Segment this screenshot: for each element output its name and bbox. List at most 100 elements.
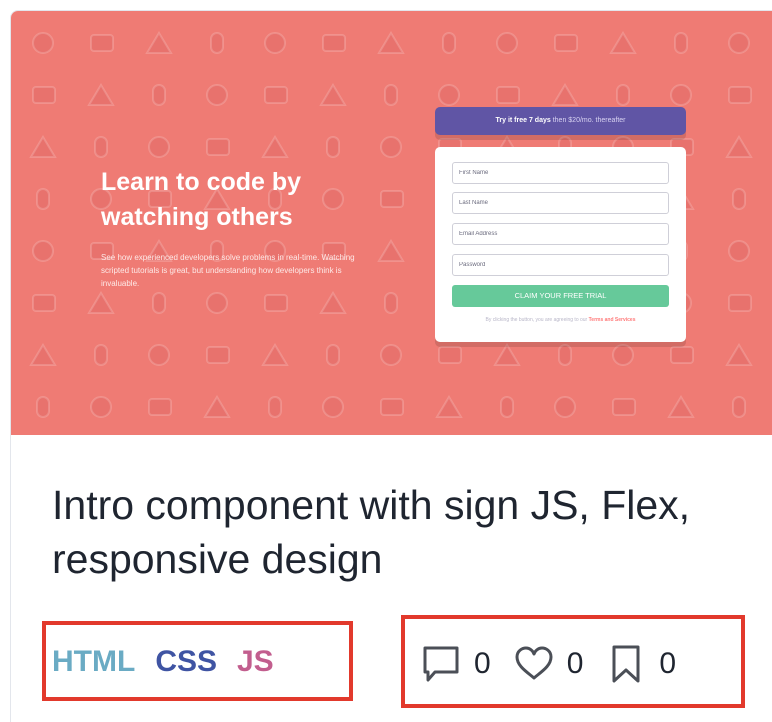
preview-image[interactable]: Learn to code by watching others See how… xyxy=(11,11,772,435)
pattern-icon xyxy=(554,396,576,418)
tag-css[interactable]: CSS xyxy=(155,645,217,679)
pattern-icon xyxy=(377,239,405,262)
pattern-icon xyxy=(558,344,572,366)
pattern-icon xyxy=(728,240,750,262)
pattern-icon xyxy=(670,346,694,364)
pattern-icon xyxy=(319,291,347,314)
pattern-icon xyxy=(264,294,288,312)
first-name-field[interactable] xyxy=(452,162,669,184)
pattern-icon xyxy=(264,86,288,104)
pattern-icon xyxy=(732,396,746,418)
last-name-field[interactable] xyxy=(452,192,669,214)
pattern-icon xyxy=(725,135,753,158)
pattern-icon xyxy=(493,343,521,366)
pattern-icon xyxy=(438,84,460,106)
pattern-icon xyxy=(609,31,637,54)
pattern-icon xyxy=(148,136,170,158)
terms-notice: By clicking the button, you are agreeing… xyxy=(435,317,686,323)
pattern-icon xyxy=(667,395,695,418)
pattern-icon xyxy=(206,138,230,156)
pattern-icon xyxy=(145,31,173,54)
pattern-icon xyxy=(206,346,230,364)
pattern-icon xyxy=(36,396,50,418)
terms-link[interactable]: Terms and Services xyxy=(589,317,636,323)
tag-html[interactable]: HTML xyxy=(52,645,135,679)
pattern-icon xyxy=(32,32,54,54)
pattern-icon xyxy=(268,396,282,418)
pattern-icon xyxy=(322,34,346,52)
pattern-icon xyxy=(496,86,520,104)
pattern-icon xyxy=(616,84,630,106)
pattern-icon xyxy=(87,83,115,106)
bookmark-icon xyxy=(612,645,640,683)
pattern-icon xyxy=(29,135,57,158)
pattern-icon xyxy=(435,395,463,418)
trial-banner-bold: Try it free 7 days xyxy=(495,117,551,124)
pattern-icon xyxy=(203,395,231,418)
pattern-icon xyxy=(206,292,228,314)
pattern-icon xyxy=(32,86,56,104)
terms-text: By clicking the button, you are agreeing… xyxy=(485,317,588,323)
pattern-icon xyxy=(500,396,514,418)
pattern-icon xyxy=(326,136,340,158)
pattern-icon xyxy=(674,32,688,54)
tag-list: HTML CSS JS xyxy=(52,640,274,684)
pattern-icon xyxy=(725,343,753,366)
pattern-icon xyxy=(612,398,636,416)
bookmarks-stat[interactable]: 0 xyxy=(605,643,698,685)
comment-icon xyxy=(423,646,459,682)
trial-banner-rest: then $20/mo. thereafter xyxy=(552,117,626,124)
pattern-icon xyxy=(554,34,578,52)
claim-trial-button[interactable]: CLAIM YOUR FREE TRIAL xyxy=(452,285,669,307)
pattern-icon xyxy=(728,32,750,54)
pattern-icon xyxy=(210,32,224,54)
likes-count: 0 xyxy=(566,647,584,680)
tag-js[interactable]: JS xyxy=(237,645,274,679)
comments-stat[interactable]: 0 xyxy=(420,643,513,685)
preview-description: See how experienced developers solve pro… xyxy=(101,253,355,288)
comments-count: 0 xyxy=(474,647,491,680)
pattern-icon xyxy=(670,84,692,106)
bookmarks-count: 0 xyxy=(659,647,677,680)
challenge-card[interactable]: Learn to code by watching others See how… xyxy=(10,10,772,722)
pattern-icon xyxy=(442,32,456,54)
pattern-icon xyxy=(148,344,170,366)
pattern-icon xyxy=(496,32,518,54)
pattern-icon xyxy=(32,294,56,312)
pattern-icon xyxy=(612,344,634,366)
pattern-icon xyxy=(326,344,340,366)
pattern-icon xyxy=(380,136,402,158)
pattern-icon xyxy=(32,240,54,262)
pattern-icon xyxy=(384,292,398,314)
password-field[interactable] xyxy=(452,254,669,276)
pattern-icon xyxy=(94,344,108,366)
pattern-icon xyxy=(152,84,166,106)
pattern-icon xyxy=(148,398,172,416)
pattern-icon xyxy=(261,343,289,366)
signup-form: CLAIM YOUR FREE TRIAL By clicking the bu… xyxy=(435,147,686,342)
preview-headline: Learn to code by watching others xyxy=(101,168,302,231)
pattern-icon xyxy=(152,292,166,314)
card-title[interactable]: Intro component with sign JS, Flex, resp… xyxy=(52,478,732,586)
pattern-icon xyxy=(380,398,404,416)
card-stats: 0 0 0 xyxy=(420,636,698,692)
pattern-icon xyxy=(438,346,462,364)
pattern-icon xyxy=(206,84,228,106)
pattern-icon xyxy=(551,83,579,106)
pattern-icon xyxy=(384,84,398,106)
pattern-icon xyxy=(728,86,752,104)
pattern-icon xyxy=(261,135,289,158)
pattern-icon xyxy=(90,34,114,52)
pattern-icon xyxy=(380,344,402,366)
pattern-icon xyxy=(732,188,746,210)
pattern-icon xyxy=(36,188,50,210)
email-field[interactable] xyxy=(452,223,669,245)
pattern-icon xyxy=(29,343,57,366)
pattern-icon xyxy=(322,396,344,418)
pattern-icon xyxy=(264,32,286,54)
likes-stat[interactable]: 0 xyxy=(513,643,606,685)
heart-icon xyxy=(515,646,553,680)
trial-banner: Try it free 7 days then $20/mo. thereaft… xyxy=(435,107,686,135)
pattern-icon xyxy=(94,136,108,158)
pattern-icon xyxy=(377,31,405,54)
